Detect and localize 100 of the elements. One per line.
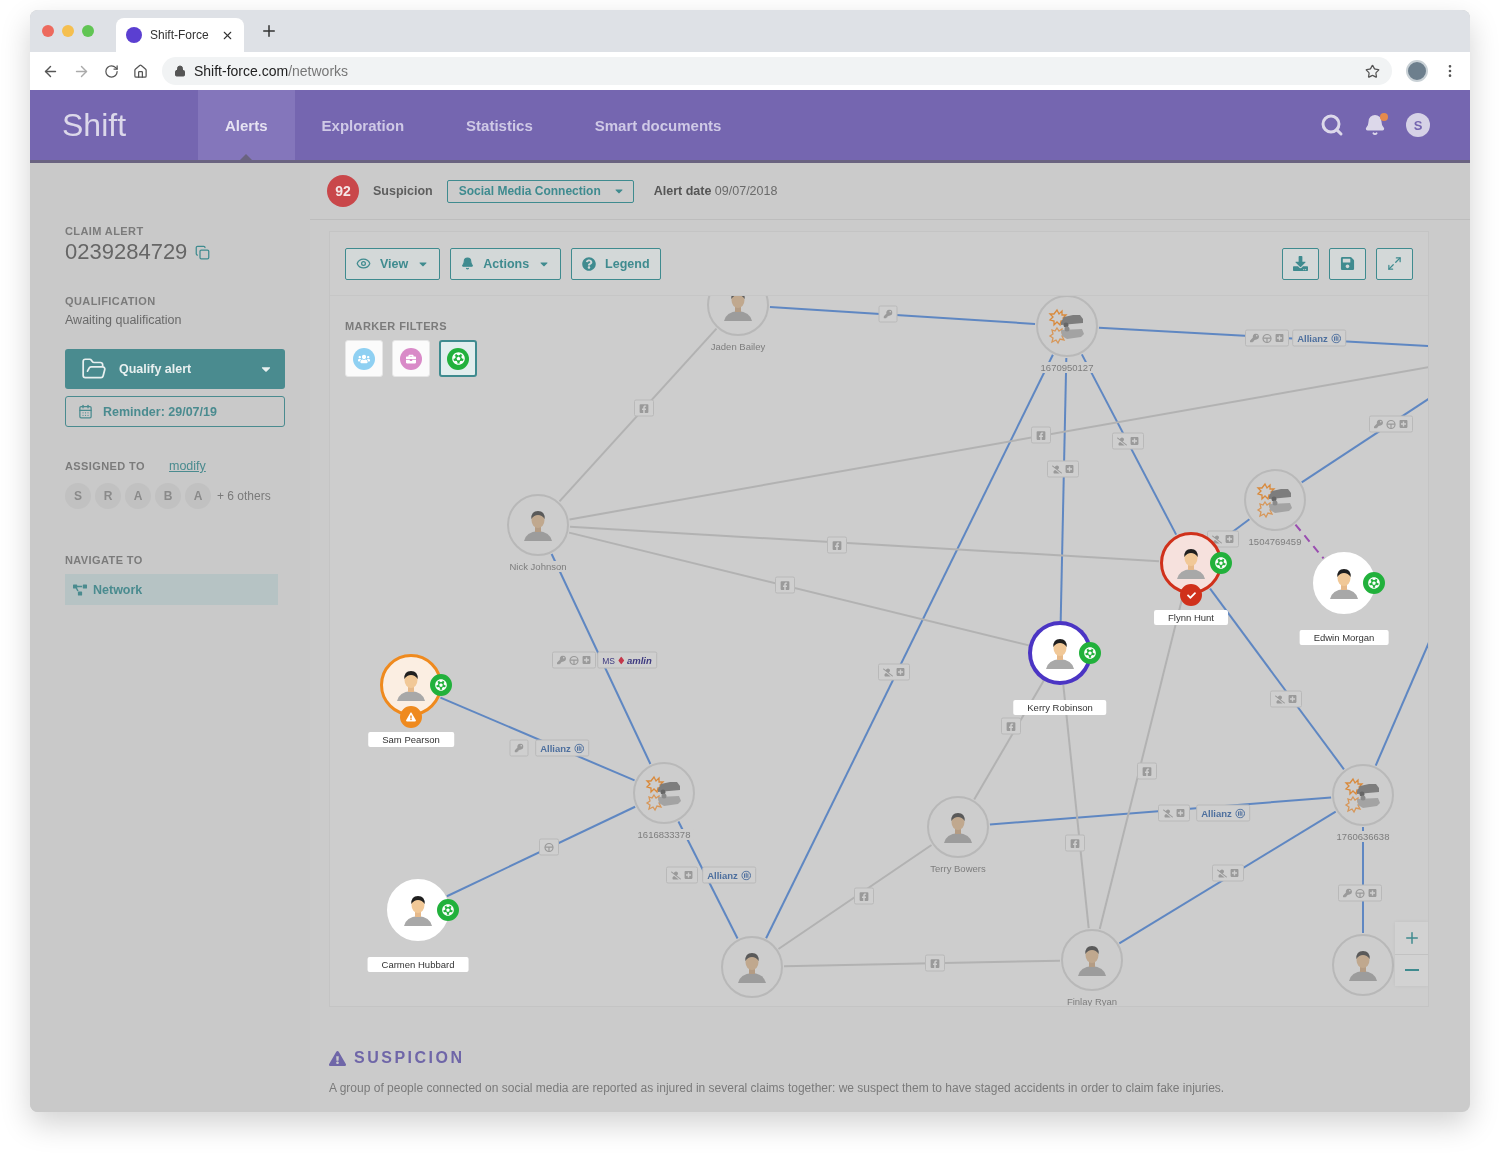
reminder-button[interactable]: Reminder: 29/07/19 [65, 396, 285, 427]
key-icon [514, 743, 524, 753]
home-icon[interactable] [133, 63, 148, 79]
key-icon [1250, 333, 1259, 343]
maximize-window-button[interactable] [82, 25, 94, 37]
new-tab-icon[interactable] [260, 22, 278, 40]
nav-tab[interactable]: Statistics [439, 90, 560, 160]
insurer-name: amlin [626, 654, 652, 666]
download-button[interactable] [1282, 247, 1319, 280]
person-silhouette-icon [1327, 566, 1361, 600]
qualify-alert-button[interactable]: Qualify alert [65, 349, 285, 389]
person-silhouette-icon [1043, 636, 1077, 670]
user-slash-icon [1052, 464, 1062, 474]
group-icon [358, 352, 370, 365]
close-window-button[interactable] [42, 25, 54, 37]
briefcase-icon [406, 353, 416, 364]
soccer-filter-button[interactable] [439, 340, 477, 377]
user-slash-icon [1163, 808, 1173, 818]
navigation-item[interactable]: Network [65, 574, 278, 605]
bell-icon [461, 257, 475, 270]
section-label: ASSIGNED TO [65, 460, 145, 472]
facebook-icon [1142, 766, 1152, 776]
url-text: Shift-force.com/networks [194, 63, 349, 79]
suspicion-description: A group of people connected on social media are reported as injured in several claims together: we suspect them to have staged accidents in order to claim fake injuries. [329, 1081, 1226, 1095]
allianz-logo-icon [740, 870, 751, 880]
insurer-name: Allianz [707, 869, 738, 881]
insurer-name: Allianz [1201, 807, 1232, 819]
browser-tab[interactable]: Shift-Force [116, 18, 244, 52]
section-label: QUALIFICATION [65, 295, 157, 307]
person-silhouette-icon [521, 508, 555, 542]
site-favicon-icon [126, 27, 142, 43]
user-slash-icon [1217, 868, 1227, 878]
copy-icon[interactable] [195, 244, 211, 260]
save-icon [1340, 256, 1355, 271]
minus-icon [1405, 969, 1419, 972]
user-avatar[interactable]: S [1406, 113, 1430, 137]
suspicion-dropdown[interactable]: Social Media Connection [446, 179, 634, 203]
save-button[interactable] [1329, 247, 1366, 280]
calendar-icon [78, 404, 93, 419]
person-silhouette-icon [721, 296, 755, 322]
profile-avatar[interactable] [1406, 60, 1428, 82]
person-silhouette-icon [941, 810, 975, 844]
modify-link[interactable]: modify [169, 459, 206, 473]
app-logo[interactable]: Shift [62, 106, 198, 144]
person-silhouette-icon [1075, 943, 1109, 977]
insurer-name: Allianz [1297, 332, 1328, 344]
search-icon[interactable] [1320, 113, 1344, 137]
person-node[interactable] [1029, 622, 1091, 684]
section-label: CLAIM ALERT [65, 225, 145, 237]
tab-title: Shift-Force [150, 28, 210, 42]
others-count: + 6 others [217, 489, 271, 503]
toolbar-button[interactable]: View [345, 247, 441, 280]
key-icon [1374, 419, 1383, 429]
address-bar[interactable]: Shift-force.com/networks [162, 57, 1392, 85]
eye-icon [356, 256, 371, 271]
facebook-icon [1036, 430, 1046, 440]
key-icon [1343, 888, 1352, 898]
key-icon [883, 309, 893, 319]
download-icon [1293, 256, 1308, 271]
steering-wheel-icon [1355, 888, 1365, 898]
steering-wheel-icon [569, 655, 579, 665]
allianz-logo-icon [1234, 808, 1245, 818]
claim-node[interactable] [1244, 469, 1306, 531]
claim-number: 0239284729 [65, 239, 188, 265]
marker-filters-title: MARKER FILTERS [345, 320, 448, 332]
nav-tab[interactable]: Smart documents [567, 90, 749, 160]
facebook-icon [1006, 721, 1016, 731]
nav-tab[interactable]: Alerts [198, 90, 295, 160]
claim-node[interactable] [633, 762, 695, 824]
person-name: Edwin Morgan [1299, 630, 1389, 645]
bell-icon[interactable] [1364, 114, 1386, 136]
person-name: Terry Bowers [927, 863, 989, 874]
group-filter-button[interactable] [345, 340, 383, 377]
facebook-icon [832, 540, 842, 550]
section-label: NAVIGATE TO [65, 554, 144, 566]
nav-tab[interactable]: Exploration [294, 90, 432, 160]
folder-icon [81, 356, 107, 382]
person-node[interactable] [507, 494, 569, 556]
steering-wheel-icon [1386, 419, 1396, 429]
allianz-logo-icon [1330, 333, 1341, 343]
user-slash-icon [883, 667, 893, 677]
facebook-icon [639, 403, 649, 413]
lock-icon [174, 65, 186, 77]
toolbar-button[interactable]: Legend [571, 247, 661, 280]
qualification-status: Awaiting qualification [65, 313, 183, 327]
bookmark-star-icon[interactable] [1365, 63, 1380, 79]
expand-button[interactable] [1376, 247, 1413, 280]
user-slash-icon [671, 870, 681, 880]
user-slash-icon [1117, 436, 1127, 446]
suspicion-label: Suspicion [373, 184, 433, 198]
person-silhouette-icon [1346, 948, 1380, 982]
person-silhouette-icon [394, 668, 428, 702]
facebook-icon [930, 958, 940, 968]
facebook-icon [859, 891, 869, 901]
person-name: Kerry Robinson [1013, 700, 1107, 715]
alert-date: Alert date 09/07/2018 [653, 184, 778, 198]
briefcase-filter-button[interactable] [392, 340, 430, 377]
person-name: Sam Pearson [368, 732, 454, 747]
toolbar-button[interactable]: Actions [450, 247, 562, 280]
reload-icon[interactable] [104, 63, 119, 79]
